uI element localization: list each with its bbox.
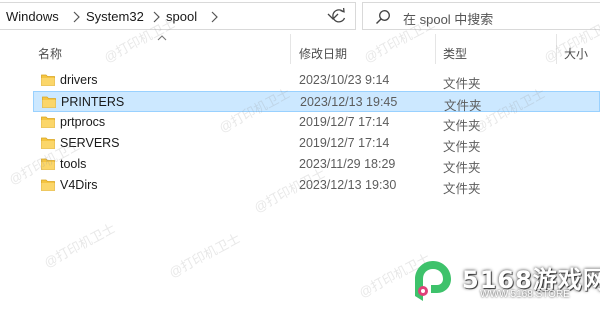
file-type: 文件夹 xyxy=(443,140,481,154)
file-name: drivers xyxy=(60,73,98,87)
folder-icon xyxy=(41,158,55,170)
column-divider[interactable] xyxy=(435,34,436,64)
breadcrumb-spool[interactable]: spool xyxy=(166,9,197,24)
file-type: 文件夹 xyxy=(443,182,481,196)
file-row[interactable]: SERVERS 2019/12/7 17:14 文件夹 xyxy=(33,133,600,154)
search-input[interactable]: 在 spool 中搜索 xyxy=(403,9,493,28)
file-name: V4Dirs xyxy=(60,178,98,192)
file-name: PRINTERS xyxy=(61,95,125,109)
file-type: 文件夹 xyxy=(443,119,481,133)
file-row[interactable]: prtprocs 2019/12/7 17:14 文件夹 xyxy=(33,112,600,133)
file-row[interactable]: PRINTERS 2023/12/13 19:45 文件夹 xyxy=(33,91,600,113)
search-icon xyxy=(376,10,390,24)
breadcrumb-windows[interactable]: Windows xyxy=(6,9,59,24)
chevron-right-icon[interactable] xyxy=(72,11,81,23)
chevron-right-icon[interactable] xyxy=(152,11,161,23)
watermark: @打印机卫士 xyxy=(41,220,118,271)
file-date: 2019/12/7 17:14 xyxy=(299,115,390,129)
file-date: 2023/11/29 18:29 xyxy=(299,157,396,171)
brand-logo-icon xyxy=(415,261,451,301)
toolbar: Windows System32 spool 在 spool 中搜索 xyxy=(0,0,600,34)
file-row[interactable]: V4Dirs 2023/12/13 19:30 文件夹 xyxy=(33,175,600,196)
brand-url: WWW.5168.STORE xyxy=(480,289,570,300)
address-bar[interactable]: Windows System32 spool xyxy=(0,2,356,30)
file-name: tools xyxy=(60,157,87,171)
folder-icon xyxy=(41,179,55,191)
file-date: 2023/12/13 19:45 xyxy=(300,95,398,109)
file-date: 2023/10/23 9:14 xyxy=(299,73,390,87)
search-box[interactable]: 在 spool 中搜索 xyxy=(362,2,600,30)
file-type: 文件夹 xyxy=(443,161,481,175)
column-divider[interactable] xyxy=(290,34,291,64)
brand-watermark: 5168游戏网 WWW.5168.STORE xyxy=(410,258,600,309)
column-date[interactable]: 修改日期 xyxy=(299,45,347,62)
column-name[interactable]: 名称 xyxy=(38,45,62,62)
breadcrumb-system32[interactable]: System32 xyxy=(86,9,144,24)
file-name: prtprocs xyxy=(60,115,106,129)
file-name: SERVERS xyxy=(60,136,120,150)
folder-icon xyxy=(41,116,55,128)
sort-up-icon xyxy=(157,35,167,41)
file-row[interactable]: tools 2023/11/29 18:29 文件夹 xyxy=(33,154,600,175)
folder-icon xyxy=(41,137,55,149)
file-date: 2019/12/7 17:14 xyxy=(299,136,390,150)
column-size[interactable]: 大小 xyxy=(564,45,588,62)
file-row[interactable]: drivers 2023/10/23 9:14 文件夹 xyxy=(33,70,600,91)
refresh-icon[interactable] xyxy=(326,2,352,30)
folder-icon xyxy=(41,74,55,86)
file-type: 文件夹 xyxy=(443,77,481,91)
chevron-right-icon[interactable] xyxy=(210,11,219,23)
watermark: @打印机卫士 xyxy=(166,230,243,281)
folder-icon xyxy=(42,96,56,108)
column-type[interactable]: 类型 xyxy=(443,45,467,62)
column-divider[interactable] xyxy=(556,34,557,64)
file-date: 2023/12/13 19:30 xyxy=(299,178,397,192)
